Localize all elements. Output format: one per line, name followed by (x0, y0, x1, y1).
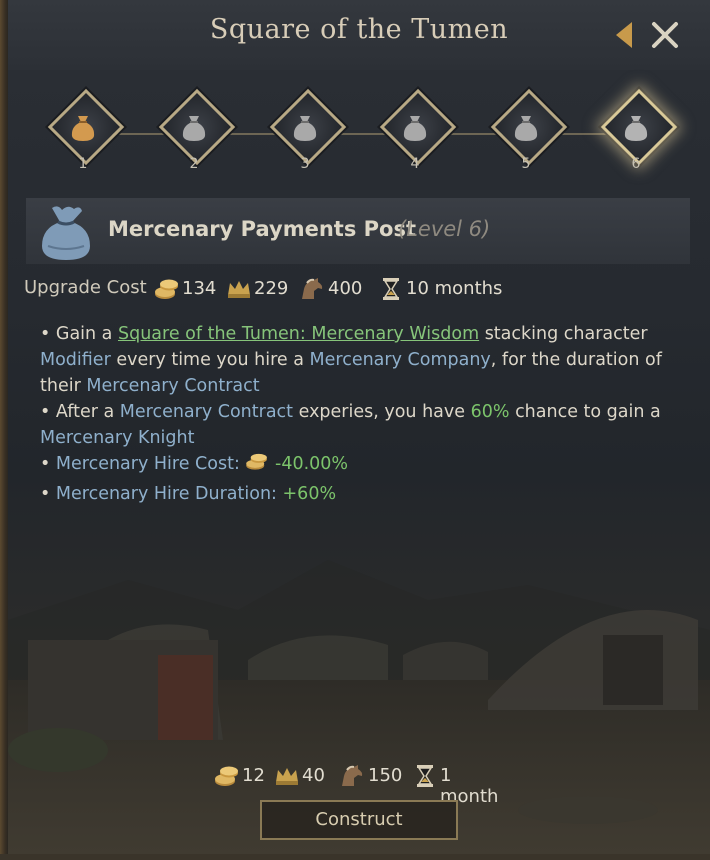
building-title-bar: Mercenary Payments Post (Level 6) (26, 198, 690, 264)
level-number: 4 (410, 156, 420, 172)
upgrade-time-value: 10 months (406, 278, 503, 299)
effect-line-1b: Modifier every time you hire a Mercenary… (40, 347, 680, 373)
effect-text: every time you hire a (110, 350, 310, 370)
level-node-1[interactable]: 1 (46, 88, 125, 188)
hire-cost-label: Mercenary Hire Cost: (55, 454, 246, 474)
back-button[interactable] (608, 18, 642, 52)
gold-coins-icon (155, 279, 178, 299)
effect-text: • (40, 454, 56, 474)
hourglass-icon (383, 278, 399, 300)
modifier-link[interactable]: Square of the Tumen: Mercenary Wisdom (118, 324, 479, 344)
effect-text: • After a (40, 402, 120, 422)
construct-cost-row: 12 40 150 1 month (214, 764, 514, 807)
keyword-modifier[interactable]: Modifier (40, 350, 111, 370)
prestige-crown-icon (228, 281, 250, 298)
window-header: Square of the Tumen (8, 0, 710, 70)
bottom-edge (0, 854, 710, 860)
building-effects: • Gain a Square of the Tumen: Mercenary … (40, 321, 680, 507)
effect-text: their (40, 376, 87, 396)
chance-value: 60% (470, 402, 510, 422)
money-bag-icon (71, 116, 95, 141)
level-node-2[interactable]: 2 (157, 88, 236, 188)
level-node-5[interactable]: 5 (489, 88, 568, 188)
effect-line-2b: Mercenary Knight (40, 425, 680, 451)
level-node-6[interactable]: 6 (599, 88, 678, 188)
keyword-mercenary-contract[interactable]: Mercenary Contract (120, 402, 293, 422)
effect-line-2: • After a Mercenary Contract experies, y… (40, 399, 680, 425)
upgrade-prestige-value: 229 (254, 278, 289, 299)
hire-duration-label: Mercenary Hire Duration: (55, 484, 283, 504)
horse-icon (302, 278, 323, 299)
upgrade-horses-value: 400 (328, 278, 363, 299)
level-node-4[interactable]: 4 (378, 88, 457, 188)
effect-text: • (40, 484, 56, 504)
keyword-mercenary-company[interactable]: Mercenary Company (310, 350, 491, 370)
effect-text: experies, you have (293, 402, 471, 422)
effect-line-1c: their Mercenary Contract (40, 373, 680, 399)
gold-coins-icon (215, 766, 238, 786)
triangle-left-icon (616, 22, 632, 48)
effect-text: chance to gain a (509, 402, 661, 422)
level-track: 1 2 3 4 5 6 (0, 84, 710, 184)
gold-coins-icon (246, 453, 268, 470)
building-panel: Square of the Tumen 1 2 3 4 5 6 Mercenar… (0, 0, 710, 860)
upgrade-cost-label: Upgrade Cost (24, 277, 147, 298)
level-node-3[interactable]: 3 (268, 88, 347, 188)
effect-text: • Gain a (40, 324, 118, 344)
level-number: 3 (300, 156, 310, 172)
money-bag-icon (42, 206, 90, 260)
effect-text: , for the duration of (490, 350, 662, 370)
level-number: 6 (631, 156, 641, 172)
effect-text: stacking character (479, 324, 648, 344)
close-icon (652, 22, 678, 48)
building-name: Mercenary Payments Post (108, 217, 416, 241)
window-title: Square of the Tumen (209, 14, 509, 45)
keyword-mercenary-contract[interactable]: Mercenary Contract (86, 376, 259, 396)
effect-line-3: • Mercenary Hire Cost: -40.00% (40, 451, 680, 477)
upgrade-cost-row: Upgrade Cost 134 229 400 10 months (24, 277, 504, 303)
money-bag-icon (293, 116, 317, 141)
level-number: 5 (521, 156, 531, 172)
horse-icon (342, 765, 363, 786)
effect-line-1: • Gain a Square of the Tumen: Mercenary … (40, 321, 680, 347)
prestige-crown-icon (276, 768, 298, 785)
construct-button[interactable]: Construct (260, 800, 458, 840)
money-bag-icon (182, 116, 206, 141)
hire-cost-value: -40.00% (275, 454, 349, 474)
construct-prestige-value: 40 (302, 765, 325, 786)
level-number: 2 (189, 156, 199, 172)
close-button[interactable] (648, 18, 682, 52)
effect-line-4: • Mercenary Hire Duration: +60% (40, 481, 680, 507)
construct-horses-value: 150 (368, 765, 403, 786)
keyword-mercenary-knight[interactable]: Mercenary Knight (40, 428, 194, 448)
hourglass-icon (417, 765, 433, 787)
construct-gold-value: 12 (242, 765, 265, 786)
money-bag-icon (514, 116, 538, 141)
money-bag-icon (624, 116, 648, 141)
level-number: 1 (78, 156, 88, 172)
building-level: (Level 6) (398, 217, 491, 241)
hire-duration-value: +60% (282, 484, 337, 504)
upgrade-gold-value: 134 (182, 278, 217, 299)
money-bag-icon (403, 116, 427, 141)
